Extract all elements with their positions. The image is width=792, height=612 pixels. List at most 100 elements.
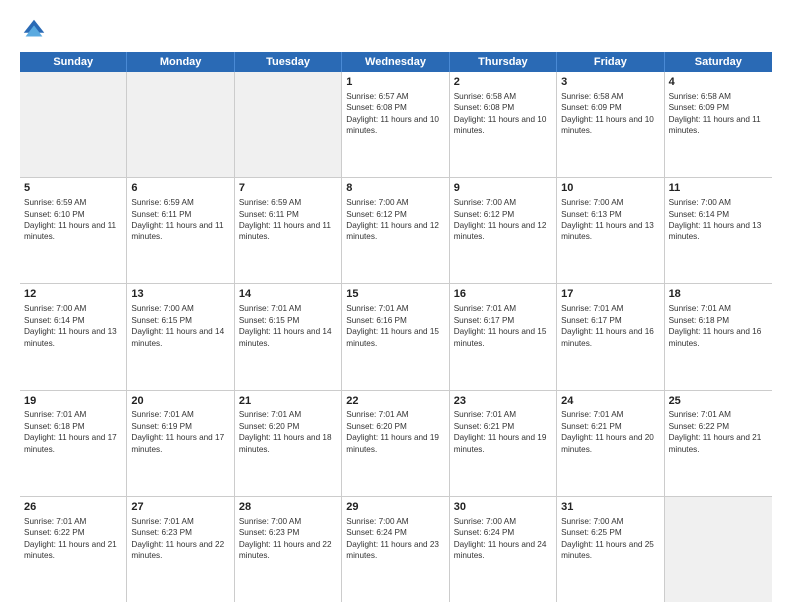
day-number: 15 — [346, 287, 444, 302]
day-number: 13 — [131, 287, 229, 302]
day-info: Sunrise: 7:01 AM Sunset: 6:19 PM Dayligh… — [131, 410, 224, 453]
day-info: Sunrise: 7:01 AM Sunset: 6:20 PM Dayligh… — [239, 410, 332, 453]
calendar-cell: 7 Sunrise: 6:59 AM Sunset: 6:11 PM Daylig… — [235, 178, 342, 283]
calendar-cell: 23Sunrise: 7:01 AM Sunset: 6:21 PM Dayli… — [450, 391, 557, 496]
day-number: 18 — [669, 287, 768, 302]
day-number: 10 — [561, 181, 659, 196]
calendar-week-4: 19Sunrise: 7:01 AM Sunset: 6:18 PM Dayli… — [20, 391, 772, 497]
day-info: Sunrise: 7:01 AM Sunset: 6:21 PM Dayligh… — [454, 410, 547, 453]
header-day-wednesday: Wednesday — [342, 52, 449, 72]
calendar-cell: 17Sunrise: 7:01 AM Sunset: 6:17 PM Dayli… — [557, 284, 664, 389]
header — [20, 16, 772, 44]
calendar-cell: 18Sunrise: 7:01 AM Sunset: 6:18 PM Dayli… — [665, 284, 772, 389]
calendar-cell: 30Sunrise: 7:00 AM Sunset: 6:24 PM Dayli… — [450, 497, 557, 602]
calendar-cell: 28 Sunrise: 7:00 AM Sunset: 6:23 PM Dayli… — [235, 497, 342, 602]
page: SundayMondayTuesdayWednesdayThursdayFrid… — [0, 0, 792, 612]
day-info: Sunrise: 6:58 AM Sunset: 6:09 PM Dayligh… — [669, 92, 761, 135]
day-number: 24 — [561, 394, 659, 409]
day-number: 25 — [669, 394, 768, 409]
day-info: Sunrise: 7:00 AM Sunset: 6:14 PM Dayligh… — [669, 198, 762, 241]
day-info: Sunrise: 7:01 AM Sunset: 6:22 PM Dayligh… — [669, 410, 762, 453]
day-number: 12 — [24, 287, 122, 302]
calendar-cell: 29 Sunrise: 7:00 AM Sunset: 6:24 PM Dayli… — [342, 497, 449, 602]
day-info: Sunrise: 7:01 AM Sunset: 6:17 PM Dayligh… — [561, 304, 654, 347]
header-day-thursday: Thursday — [450, 52, 557, 72]
day-number: 4 — [669, 75, 768, 90]
day-info: Sunrise: 7:00 AM Sunset: 6:15 PM Dayligh… — [131, 304, 224, 347]
day-info: Sunrise: 7:01 AM Sunset: 6:21 PM Dayligh… — [561, 410, 654, 453]
calendar-cell: 27Sunrise: 7:01 AM Sunset: 6:23 PM Dayli… — [127, 497, 234, 602]
header-day-sunday: Sunday — [20, 52, 127, 72]
day-number: 6 — [131, 181, 229, 196]
calendar-cell: 9 Sunrise: 7:00 AM Sunset: 6:12 PM Daylig… — [450, 178, 557, 283]
day-info: Sunrise: 7:00 AM Sunset: 6:14 PM Dayligh… — [24, 304, 117, 347]
day-info: Sunrise: 7:00 AM Sunset: 6:24 PM Dayligh… — [346, 517, 439, 560]
day-number: 26 — [24, 500, 122, 515]
day-number: 3 — [561, 75, 659, 90]
calendar-cell: 20Sunrise: 7:01 AM Sunset: 6:19 PM Dayli… — [127, 391, 234, 496]
calendar-cell: 31Sunrise: 7:00 AM Sunset: 6:25 PM Dayli… — [557, 497, 664, 602]
day-info: Sunrise: 6:57 AM Sunset: 6:08 PM Dayligh… — [346, 92, 439, 135]
day-info: Sunrise: 7:00 AM Sunset: 6:23 PM Dayligh… — [239, 517, 332, 560]
day-info: Sunrise: 6:58 AM Sunset: 6:08 PM Dayligh… — [454, 92, 547, 135]
calendar-cell: 12 Sunrise: 7:00 AM Sunset: 6:14 PM Dayli… — [20, 284, 127, 389]
calendar-week-1: 1 Sunrise: 6:57 AM Sunset: 6:08 PM Daylig… — [20, 72, 772, 178]
calendar-cell: 25Sunrise: 7:01 AM Sunset: 6:22 PM Dayli… — [665, 391, 772, 496]
header-day-friday: Friday — [557, 52, 664, 72]
calendar-cell: 8 Sunrise: 7:00 AM Sunset: 6:12 PM Daylig… — [342, 178, 449, 283]
calendar-cell: 4 Sunrise: 6:58 AM Sunset: 6:09 PM Daylig… — [665, 72, 772, 177]
header-day-saturday: Saturday — [665, 52, 772, 72]
day-number: 21 — [239, 394, 337, 409]
calendar-cell: 6 Sunrise: 6:59 AM Sunset: 6:11 PM Daylig… — [127, 178, 234, 283]
day-number: 8 — [346, 181, 444, 196]
day-info: Sunrise: 7:01 AM Sunset: 6:17 PM Dayligh… — [454, 304, 547, 347]
day-info: Sunrise: 6:59 AM Sunset: 6:11 PM Dayligh… — [239, 198, 331, 241]
calendar-week-5: 26Sunrise: 7:01 AM Sunset: 6:22 PM Dayli… — [20, 497, 772, 602]
day-number: 5 — [24, 181, 122, 196]
calendar-week-3: 12 Sunrise: 7:00 AM Sunset: 6:14 PM Dayli… — [20, 284, 772, 390]
calendar-cell: 26Sunrise: 7:01 AM Sunset: 6:22 PM Dayli… — [20, 497, 127, 602]
day-info: Sunrise: 7:00 AM Sunset: 6:12 PM Dayligh… — [454, 198, 547, 241]
day-number: 11 — [669, 181, 768, 196]
calendar-cell: 11 Sunrise: 7:00 AM Sunset: 6:14 PM Dayli… — [665, 178, 772, 283]
header-day-monday: Monday — [127, 52, 234, 72]
day-info: Sunrise: 7:01 AM Sunset: 6:16 PM Dayligh… — [346, 304, 439, 347]
header-day-tuesday: Tuesday — [235, 52, 342, 72]
calendar-cell — [20, 72, 127, 177]
day-info: Sunrise: 7:01 AM Sunset: 6:18 PM Dayligh… — [24, 410, 117, 453]
calendar-cell — [665, 497, 772, 602]
calendar-week-2: 5Sunrise: 6:59 AM Sunset: 6:10 PM Daylig… — [20, 178, 772, 284]
day-info: Sunrise: 7:01 AM Sunset: 6:15 PM Dayligh… — [239, 304, 332, 347]
day-info: Sunrise: 6:59 AM Sunset: 6:11 PM Dayligh… — [131, 198, 223, 241]
day-info: Sunrise: 7:00 AM Sunset: 6:13 PM Dayligh… — [561, 198, 654, 241]
day-number: 22 — [346, 394, 444, 409]
calendar-cell — [127, 72, 234, 177]
day-info: Sunrise: 6:58 AM Sunset: 6:09 PM Dayligh… — [561, 92, 654, 135]
day-number: 23 — [454, 394, 552, 409]
calendar-cell: 13 Sunrise: 7:00 AM Sunset: 6:15 PM Dayli… — [127, 284, 234, 389]
day-info: Sunrise: 7:00 AM Sunset: 6:12 PM Dayligh… — [346, 198, 439, 241]
day-info: Sunrise: 7:01 AM Sunset: 6:23 PM Dayligh… — [131, 517, 224, 560]
calendar-cell: 15 Sunrise: 7:01 AM Sunset: 6:16 PM Dayli… — [342, 284, 449, 389]
calendar-cell: 10 Sunrise: 7:00 AM Sunset: 6:13 PM Dayli… — [557, 178, 664, 283]
day-number: 16 — [454, 287, 552, 302]
calendar-cell: 19Sunrise: 7:01 AM Sunset: 6:18 PM Dayli… — [20, 391, 127, 496]
calendar-cell: 22Sunrise: 7:01 AM Sunset: 6:20 PM Dayli… — [342, 391, 449, 496]
day-number: 1 — [346, 75, 444, 90]
calendar-cell: 16 Sunrise: 7:01 AM Sunset: 6:17 PM Dayli… — [450, 284, 557, 389]
day-number: 9 — [454, 181, 552, 196]
logo — [20, 16, 52, 44]
calendar-cell: 1 Sunrise: 6:57 AM Sunset: 6:08 PM Daylig… — [342, 72, 449, 177]
day-number: 19 — [24, 394, 122, 409]
day-info: Sunrise: 7:00 AM Sunset: 6:24 PM Dayligh… — [454, 517, 547, 560]
day-number: 28 — [239, 500, 337, 515]
day-info: Sunrise: 7:01 AM Sunset: 6:20 PM Dayligh… — [346, 410, 439, 453]
calendar-header: SundayMondayTuesdayWednesdayThursdayFrid… — [20, 52, 772, 72]
day-number: 7 — [239, 181, 337, 196]
calendar-body: 1 Sunrise: 6:57 AM Sunset: 6:08 PM Daylig… — [20, 72, 772, 602]
calendar-cell: 2Sunrise: 6:58 AM Sunset: 6:08 PM Daylig… — [450, 72, 557, 177]
calendar-cell: 24Sunrise: 7:01 AM Sunset: 6:21 PM Dayli… — [557, 391, 664, 496]
day-number: 29 — [346, 500, 444, 515]
day-info: Sunrise: 7:00 AM Sunset: 6:25 PM Dayligh… — [561, 517, 654, 560]
calendar-cell: 5Sunrise: 6:59 AM Sunset: 6:10 PM Daylig… — [20, 178, 127, 283]
